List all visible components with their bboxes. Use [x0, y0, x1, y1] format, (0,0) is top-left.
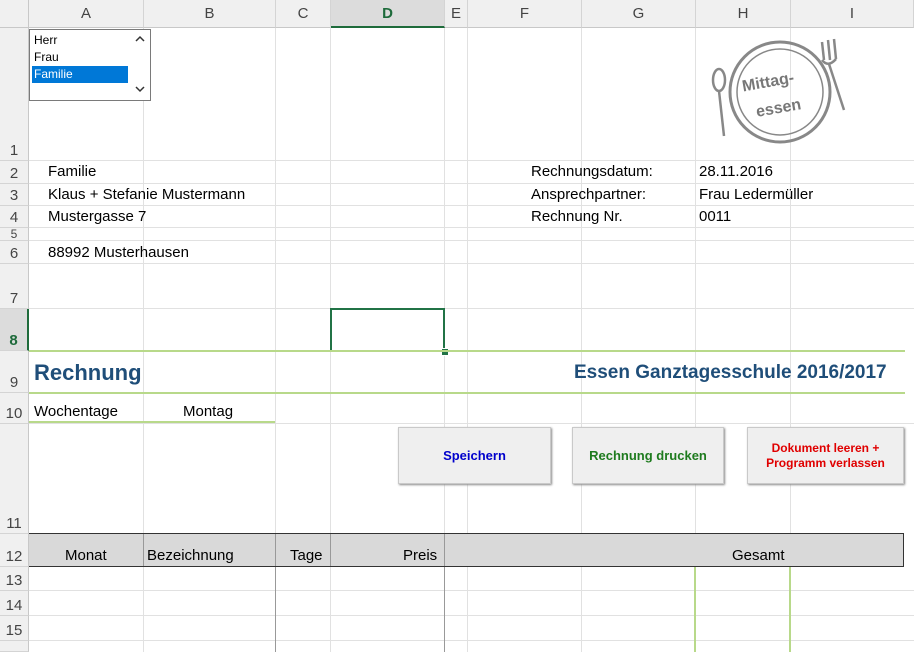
table-header-divider	[330, 534, 331, 566]
column-header-b[interactable]: B	[144, 0, 276, 28]
invoice-subtitle: Essen Ganztagesschule 2016/2017	[574, 362, 887, 383]
table-header-divider	[444, 534, 445, 566]
row-header-7[interactable]: 7	[0, 264, 29, 309]
table-header-divider	[275, 534, 276, 566]
invoice-date-value: 28.11.2016	[699, 163, 773, 180]
table-column-line	[275, 567, 276, 652]
row-header-1[interactable]: 1	[0, 28, 29, 161]
invoice-number-value: 0011	[699, 208, 732, 225]
table-header-divider	[143, 534, 144, 566]
title-bottom-border	[29, 392, 905, 394]
row-header-8[interactable]: 8	[0, 309, 29, 351]
save-button[interactable]: Speichern	[398, 427, 551, 484]
column-header-g[interactable]: G	[582, 0, 696, 28]
contact-value: Frau Ledermüller	[699, 186, 814, 203]
row-header-12[interactable]: 12	[0, 534, 29, 567]
column-description-header: Bezeichnung	[147, 547, 234, 564]
row-header-4[interactable]: 4	[0, 206, 29, 228]
row-header-10[interactable]: 10	[0, 393, 29, 424]
chevron-up-icon[interactable]	[134, 34, 146, 44]
column-header-e[interactable]: E	[445, 0, 468, 28]
column-total-header: Gesamt	[732, 547, 785, 564]
gridline	[29, 160, 914, 161]
clear-button-line1: Dokument leeren +	[771, 440, 880, 455]
row-header-16[interactable]	[0, 641, 29, 652]
total-column-right-border	[789, 567, 791, 652]
column-header-f[interactable]: F	[468, 0, 582, 28]
plate-icon	[711, 38, 846, 144]
weekdays-underline	[29, 421, 275, 423]
city-address: 88992 Musterhausen	[48, 244, 189, 261]
salutation-text: Familie	[48, 163, 97, 180]
gridline	[29, 263, 914, 264]
table-column-line	[444, 567, 445, 652]
select-all-corner[interactable]	[0, 0, 29, 28]
listbox-item[interactable]: Frau	[32, 49, 128, 66]
row-header-13[interactable]: 13	[0, 567, 29, 591]
listbox-item-selected[interactable]: Familie	[32, 66, 128, 83]
spoon-icon	[711, 67, 727, 137]
row-header-2[interactable]: 2	[0, 161, 29, 184]
print-invoice-button[interactable]: Rechnung drucken	[572, 427, 724, 484]
gridline	[29, 423, 914, 424]
weekdays-value: Montag	[183, 403, 234, 420]
chevron-down-icon[interactable]	[134, 84, 146, 94]
column-price-header: Preis	[403, 547, 438, 564]
street-address: Mustergasse 7	[48, 208, 147, 225]
gridline	[29, 205, 914, 206]
gridline	[29, 640, 914, 641]
salutation-listbox[interactable]: Herr Frau Familie	[29, 29, 151, 101]
gridline	[29, 227, 914, 228]
clear-button-line2: Programm verlassen	[766, 455, 885, 470]
invoice-date-label: Rechnungsdatum:	[531, 163, 653, 180]
column-header-h[interactable]: H	[696, 0, 791, 28]
selected-cell-d8[interactable]	[330, 308, 445, 352]
column-header-a[interactable]: A	[29, 0, 144, 28]
gridline	[29, 590, 914, 591]
column-header-c[interactable]: C	[276, 0, 331, 28]
gridline	[29, 240, 914, 241]
clear-and-exit-button[interactable]: Dokument leeren + Programm verlassen	[747, 427, 904, 484]
column-days-header: Tage	[290, 547, 323, 564]
row-header-3[interactable]: 3	[0, 184, 29, 206]
contact-label: Ansprechpartner:	[531, 186, 647, 203]
invoice-title: Rechnung	[34, 360, 142, 385]
column-header-d[interactable]: D	[331, 0, 445, 28]
row-header-5[interactable]: 5	[0, 228, 29, 241]
listbox-scrollbar[interactable]	[131, 30, 150, 100]
gridline	[29, 615, 914, 616]
gridline	[29, 183, 914, 184]
invoice-number-label: Rechnung Nr.	[531, 208, 623, 225]
row-header-11[interactable]: 11	[0, 424, 29, 534]
column-month-header: Monat	[65, 547, 107, 564]
weekdays-label: Wochentage	[34, 403, 118, 420]
title-top-border	[29, 350, 905, 352]
row-header-9[interactable]: 9	[0, 351, 29, 393]
row-header-14[interactable]: 14	[0, 591, 29, 616]
column-header-i[interactable]: I	[791, 0, 914, 28]
gridline	[29, 308, 914, 309]
row-header-6[interactable]: 6	[0, 241, 29, 264]
listbox-item[interactable]: Herr	[32, 32, 128, 49]
customer-name: Klaus + Stefanie Mustermann	[48, 186, 246, 203]
total-column-left-border	[694, 567, 696, 652]
row-header-15[interactable]: 15	[0, 616, 29, 641]
mittagessen-logo: Mittag- essen	[700, 30, 850, 154]
